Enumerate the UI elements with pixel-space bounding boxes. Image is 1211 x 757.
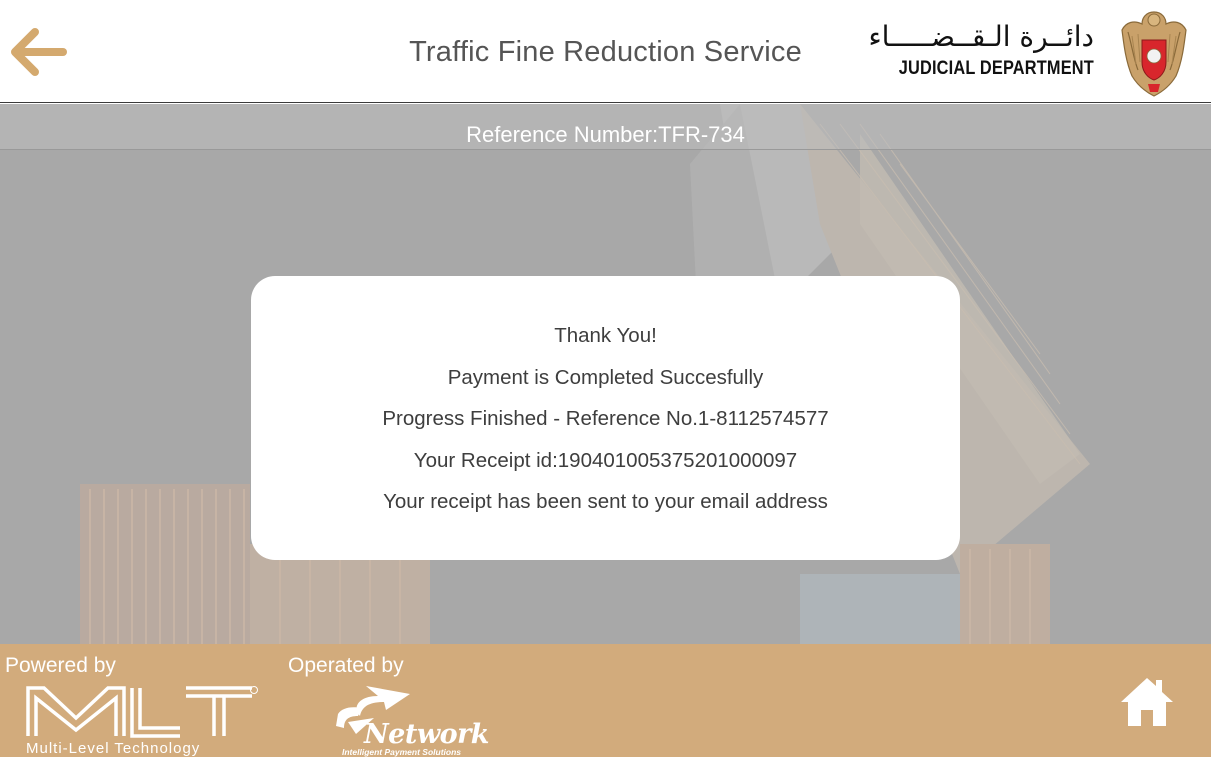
home-button[interactable] xyxy=(1118,674,1176,730)
progress-reference-text: Progress Finished - Reference No.1-81125… xyxy=(382,407,829,430)
payment-status-text: Payment is Completed Succesfully xyxy=(447,366,764,389)
judicial-department-logo: دائــرة الـقــضـــــاء JUDICIAL DEPARTME… xyxy=(868,18,1098,84)
network-logo: Network Intelligent Payment Solutions xyxy=(334,684,524,757)
mlt-logo-mark xyxy=(26,686,258,738)
logo-arabic-text: دائــرة الـقــضـــــاء xyxy=(868,20,1094,53)
mlt-tagline: Multi-Level Technology xyxy=(26,740,201,757)
thank-you-text: Thank You! xyxy=(554,324,657,347)
logo-english-text: JUDICIAL DEPARTMENT xyxy=(898,58,1094,79)
receipt-id-text: Your Receipt id:190401005375201000097 xyxy=(413,449,798,472)
reference-bar: Reference Number:TFR-734 xyxy=(0,104,1211,150)
network-wordmark: Network xyxy=(364,719,490,750)
receipt-email-text: Your receipt has been sent to your email… xyxy=(383,490,828,513)
app-header: Traffic Fine Reduction Service دائــرة ا… xyxy=(0,0,1211,103)
home-icon xyxy=(1121,678,1173,726)
network-tagline: Intelligent Payment Solutions xyxy=(342,747,462,757)
powered-by-label: Powered by xyxy=(5,654,116,677)
mlt-logo: Multi-Level Technology xyxy=(24,684,264,757)
footer-bar: Powered by Operated by Multi-Level Techn… xyxy=(0,644,1211,757)
operated-by-label: Operated by xyxy=(288,654,404,677)
reference-number: Reference Number:TFR-734 xyxy=(466,122,745,147)
falcon-emblem-icon xyxy=(1121,11,1187,97)
payment-success-dialog: Thank You! Payment is Completed Succesfu… xyxy=(251,276,960,560)
